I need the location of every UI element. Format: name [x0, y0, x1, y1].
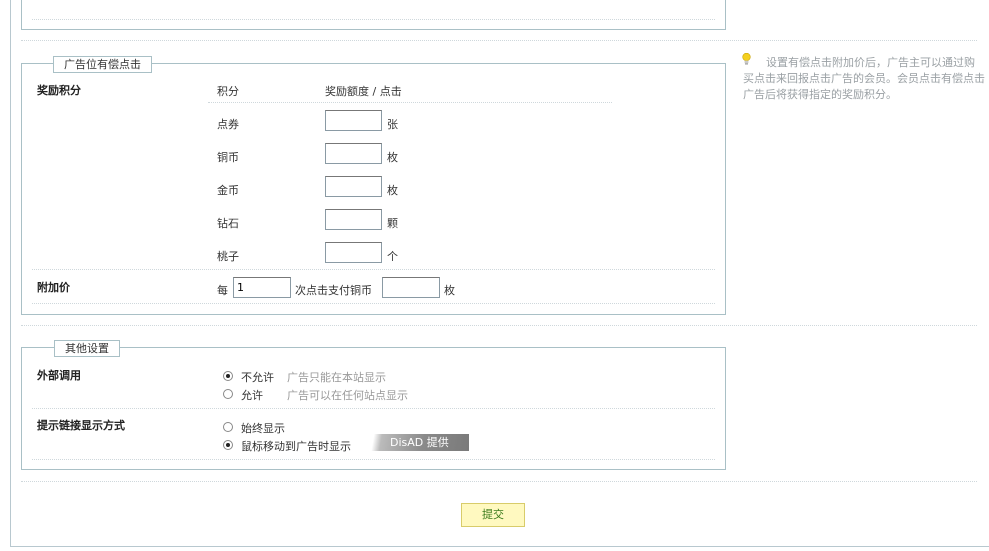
- external-allow-label[interactable]: 允许: [241, 387, 263, 403]
- divider: [21, 481, 977, 482]
- reward-credits-label: 奖励积分: [37, 84, 81, 97]
- divider: [32, 269, 715, 270]
- divider: [21, 325, 977, 326]
- link-display-mode-label: 提示链接显示方式: [37, 419, 125, 432]
- credit-name: 桃子: [217, 250, 239, 263]
- credit-unit: 枚: [387, 184, 398, 197]
- disad-badge: DisAD 提供: [364, 434, 469, 451]
- credit-unit: 个: [387, 250, 398, 263]
- external-disallow-label[interactable]: 不允许: [241, 369, 274, 385]
- divider: [21, 40, 977, 41]
- credit-amount-input[interactable]: [325, 209, 382, 230]
- surcharge-amount-input[interactable]: [382, 277, 440, 298]
- credit-amount-input[interactable]: [325, 242, 382, 263]
- credit-name: 钻石: [217, 217, 239, 230]
- surcharge-label: 附加价: [37, 281, 70, 294]
- divider: [32, 303, 715, 304]
- external-call-label: 外部调用: [37, 369, 81, 382]
- surcharge-prefix: 每: [217, 284, 228, 297]
- credit-amount-input[interactable]: [325, 143, 382, 164]
- paid-click-legend: 广告位有偿点击: [53, 56, 152, 73]
- link-always-label[interactable]: 始终显示: [241, 420, 285, 436]
- credits-column-header: 积分: [217, 85, 239, 98]
- link-hover-radio[interactable]: [223, 440, 233, 450]
- divider: [32, 19, 715, 20]
- external-allow-radio[interactable]: [223, 389, 233, 399]
- external-disallow-radio[interactable]: [223, 371, 233, 381]
- surcharge-clicks-input[interactable]: [233, 277, 291, 298]
- divider: [208, 102, 612, 103]
- credit-amount-input[interactable]: [325, 110, 382, 131]
- credit-amount-input[interactable]: [325, 176, 382, 197]
- submit-button[interactable]: 提交: [461, 503, 525, 527]
- credit-unit: 张: [387, 118, 398, 131]
- previous-section-box: [21, 0, 726, 30]
- divider: [32, 408, 715, 409]
- link-always-radio[interactable]: [223, 422, 233, 432]
- credit-name: 铜币: [217, 151, 239, 164]
- page-left-border: [10, 0, 11, 546]
- credit-unit: 枚: [387, 151, 398, 164]
- divider: [32, 459, 715, 460]
- surcharge-mid-text: 次点击支付铜币: [295, 284, 372, 297]
- reward-amount-column-header: 奖励额度 / 点击: [325, 85, 402, 98]
- credit-unit: 颗: [387, 217, 398, 230]
- page-bottom-border: [10, 546, 989, 547]
- external-disallow-desc: 广告只能在本站显示: [287, 371, 386, 384]
- credit-name: 金币: [217, 184, 239, 197]
- paid-click-hint-text: 设置有偿点击附加价后，广告主可以通过购买点击来回报点击广告的会员。会员点击有偿点…: [743, 56, 985, 101]
- external-allow-desc: 广告可以在任何站点显示: [287, 389, 408, 402]
- surcharge-unit: 枚: [444, 284, 455, 297]
- credit-name: 点券: [217, 118, 239, 131]
- link-hover-label[interactable]: 鼠标移动到广告时显示: [241, 438, 351, 454]
- other-settings-legend: 其他设置: [54, 340, 120, 357]
